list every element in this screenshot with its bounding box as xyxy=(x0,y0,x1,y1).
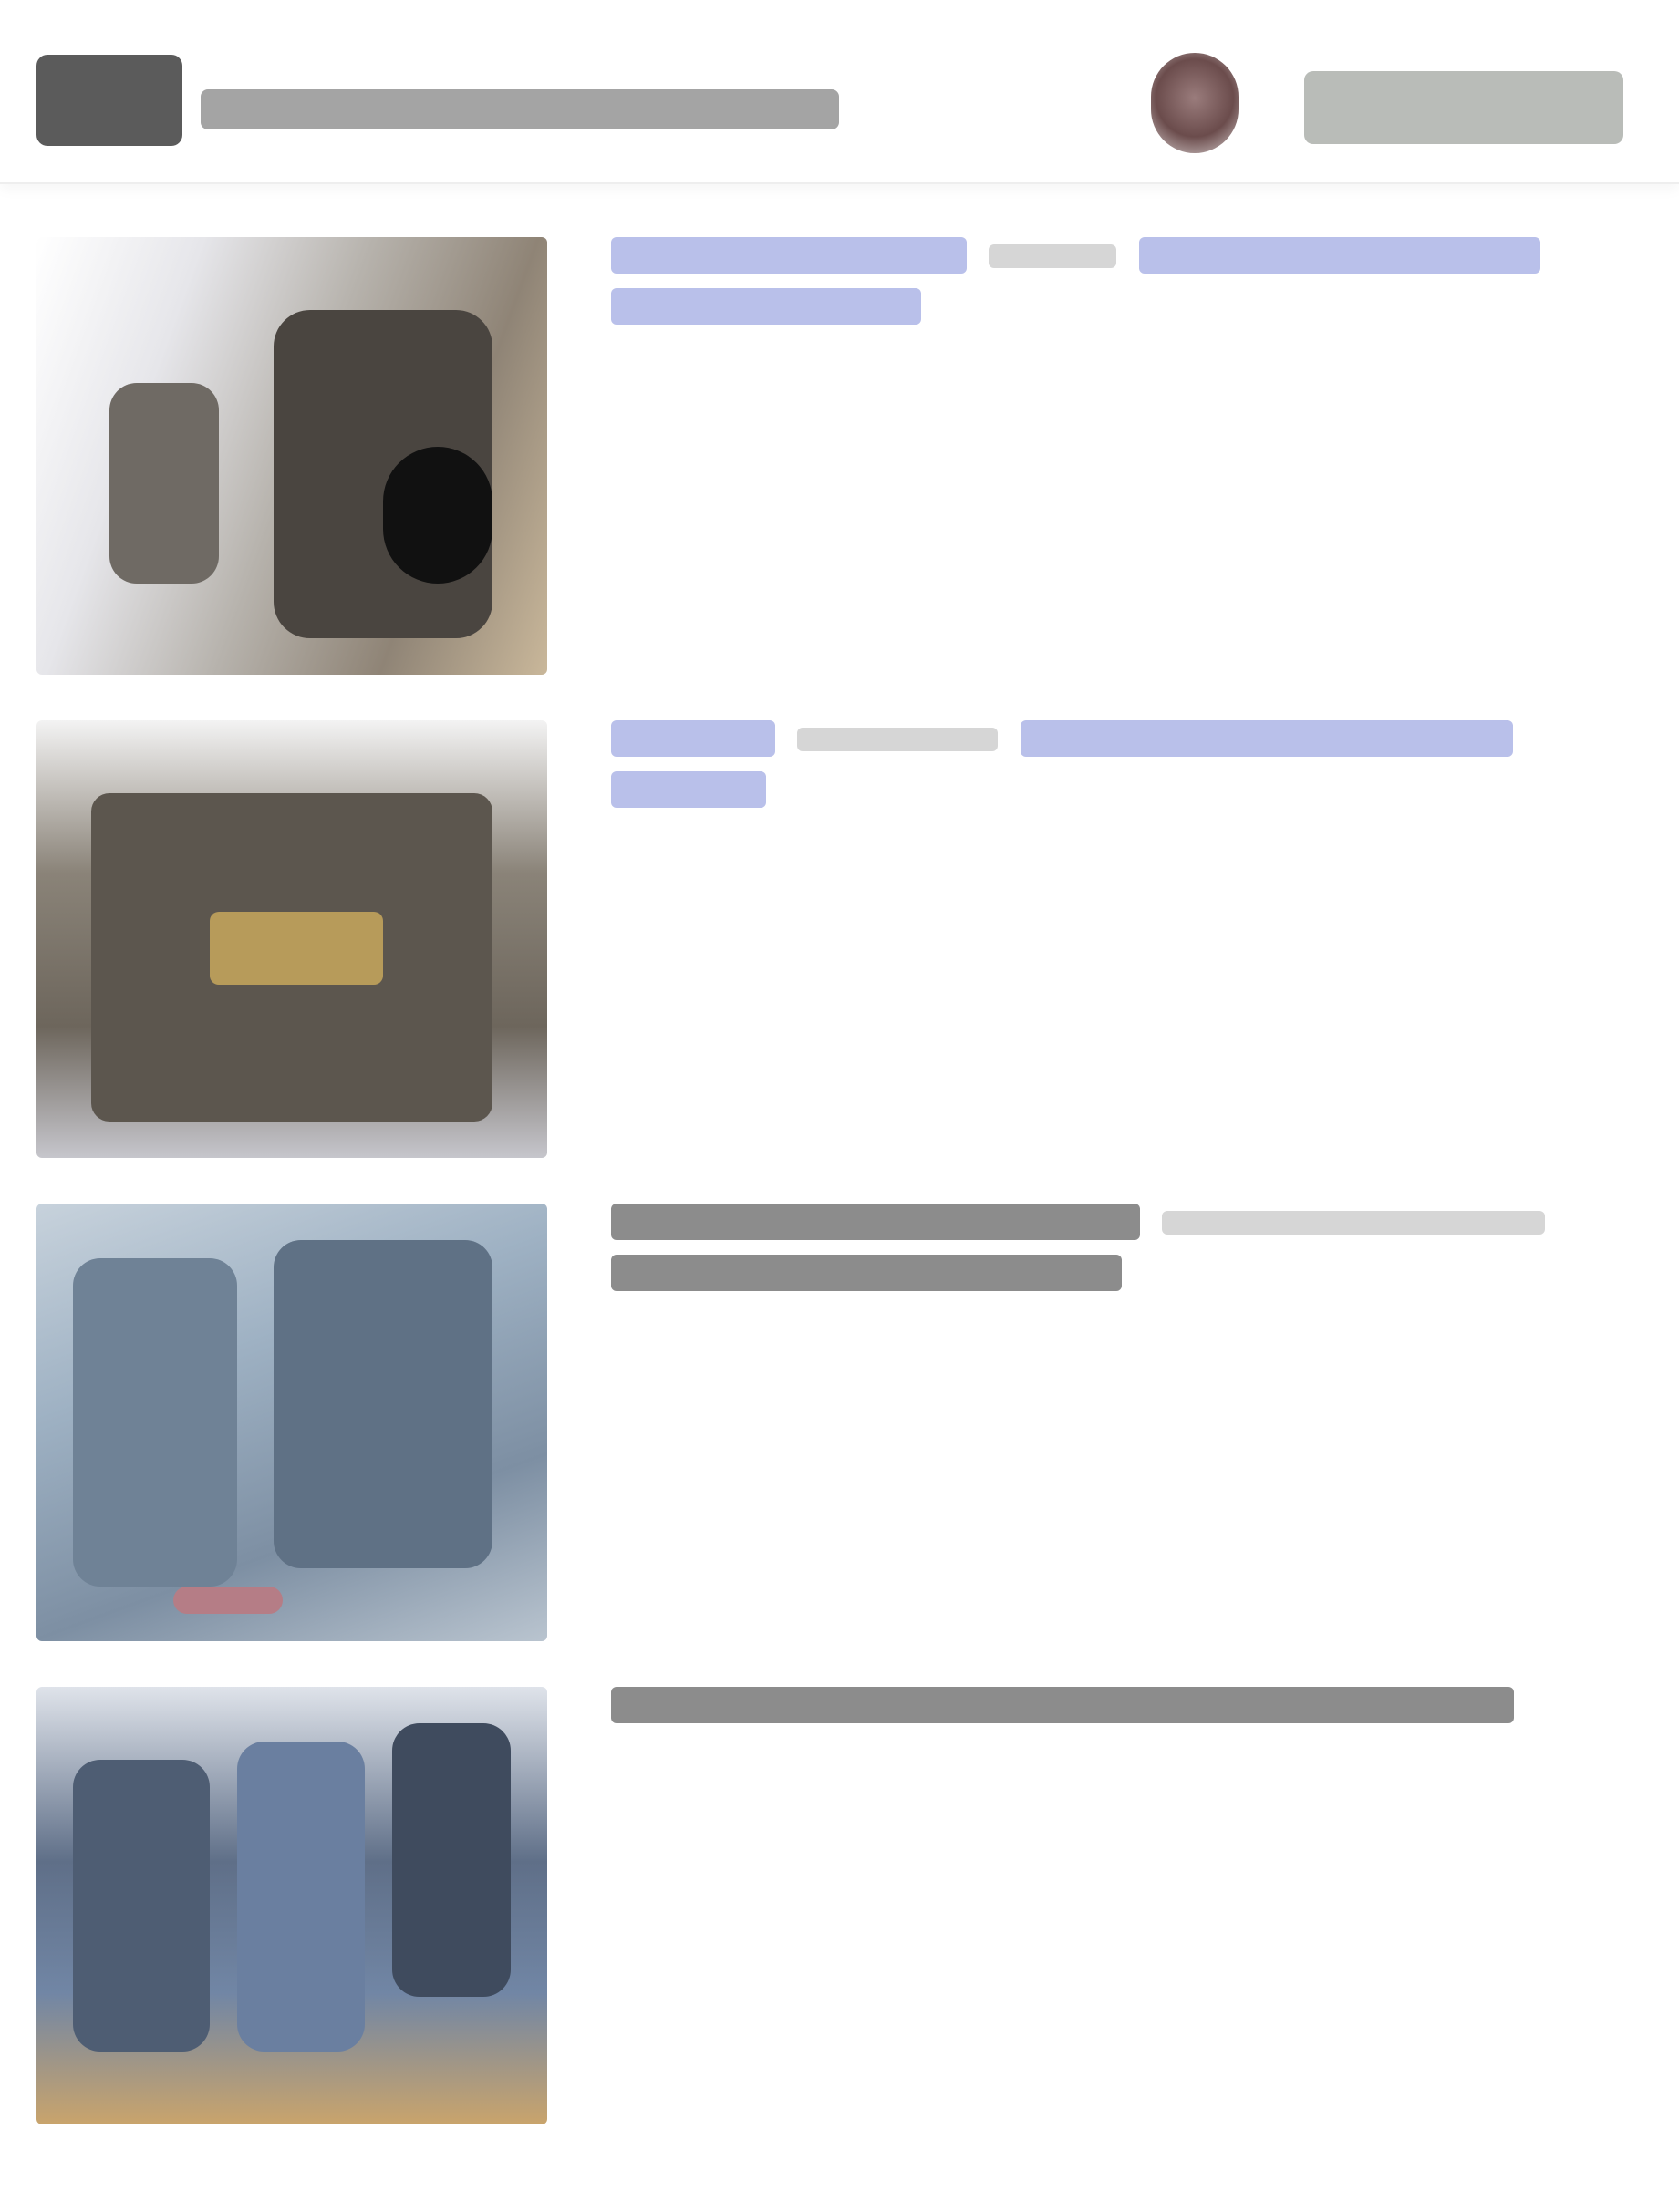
item-link[interactable] xyxy=(611,237,967,274)
item-link[interactable] xyxy=(611,720,775,757)
item-text xyxy=(611,237,1578,325)
item-link-continued[interactable] xyxy=(611,288,921,325)
top-header xyxy=(0,0,1679,184)
thumbnail-image-icon[interactable] xyxy=(36,237,547,675)
item-text xyxy=(611,720,1578,808)
thumbnail-image-icon[interactable] xyxy=(36,720,547,1158)
list-item[interactable] xyxy=(0,1669,1679,2134)
thumbnail-image-icon[interactable] xyxy=(36,1204,547,1641)
item-meta xyxy=(1162,1211,1546,1235)
avatar-icon[interactable] xyxy=(1151,53,1239,153)
site-title xyxy=(201,89,839,129)
item-meta xyxy=(989,244,1117,268)
item-title[interactable] xyxy=(611,1687,1514,1723)
header-action-button[interactable] xyxy=(1304,71,1623,144)
item-title[interactable] xyxy=(611,1204,1140,1240)
item-text xyxy=(611,1687,1578,1723)
item-source-link[interactable] xyxy=(1020,720,1513,757)
list-item[interactable] xyxy=(0,1185,1679,1650)
item-title-continued[interactable] xyxy=(611,1255,1122,1291)
item-meta xyxy=(797,728,999,751)
list-item[interactable] xyxy=(0,702,1679,1167)
item-link-continued[interactable] xyxy=(611,771,766,808)
list-item[interactable] xyxy=(0,219,1679,684)
logo-icon[interactable] xyxy=(36,55,182,146)
item-text xyxy=(611,1204,1578,1291)
item-source-link[interactable] xyxy=(1138,237,1540,274)
thumbnail-image-icon[interactable] xyxy=(36,1687,547,2124)
